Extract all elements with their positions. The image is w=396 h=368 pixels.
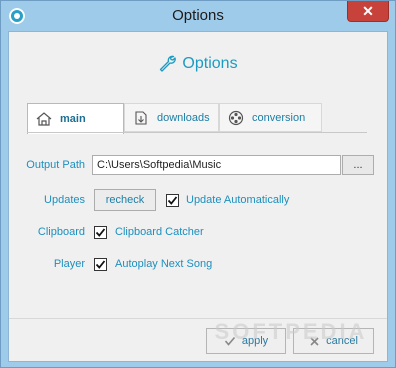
update-automatically-checkbox[interactable]	[166, 194, 179, 207]
window-title: Options	[172, 7, 224, 24]
update-automatically-label: Update Automatically	[186, 194, 290, 206]
film-reel-icon	[228, 110, 244, 126]
tab-strip: main downloads conversion	[27, 103, 367, 134]
player-label: Player	[53, 258, 85, 270]
clipboard-catcher-label: Clipboard Catcher	[115, 226, 204, 238]
apply-button[interactable]: apply	[206, 328, 286, 354]
apply-label: apply	[241, 335, 269, 347]
updates-label: Updates	[44, 194, 85, 206]
title-bar[interactable]: Options ✕	[1, 1, 395, 31]
autoplay-next-song-checkbox[interactable]	[94, 258, 107, 271]
home-icon	[36, 112, 52, 126]
clipboard-label: Clipboard	[37, 226, 85, 238]
options-window: Options ✕ Options main downloads convers…	[0, 0, 396, 368]
footer-bar: apply cancel	[9, 318, 387, 361]
autoplay-next-song-label: Autoplay Next Song	[115, 258, 213, 270]
close-button[interactable]: ✕	[347, 1, 389, 22]
options-header: Options	[9, 54, 387, 77]
checkmark-icon	[167, 196, 178, 205]
checkmark-icon	[95, 260, 106, 269]
browse-button[interactable]: ...	[342, 155, 374, 175]
output-path-label: Output Path	[26, 159, 85, 171]
client-area: Options main downloads conversion Output…	[8, 31, 388, 362]
clipboard-catcher-checkbox[interactable]	[94, 226, 107, 239]
cancel-button[interactable]: cancel	[293, 328, 374, 354]
wrench-icon	[158, 54, 177, 77]
tab-conversion-label: conversion	[252, 111, 306, 124]
tab-panel-divider	[27, 132, 367, 133]
checkmark-icon	[95, 228, 106, 237]
close-icon	[309, 336, 320, 347]
tab-main[interactable]: main	[27, 103, 124, 134]
recheck-button[interactable]: recheck	[94, 189, 156, 211]
cancel-label: cancel	[326, 335, 358, 347]
tab-downloads-label: downloads	[157, 111, 210, 124]
tab-main-label: main	[60, 113, 86, 125]
download-icon	[133, 110, 149, 125]
tab-downloads[interactable]: downloads	[124, 103, 219, 132]
tab-conversion[interactable]: conversion	[219, 103, 322, 132]
header-title: Options	[182, 55, 238, 72]
checkmark-icon	[224, 335, 236, 347]
output-path-input[interactable]	[92, 155, 341, 175]
